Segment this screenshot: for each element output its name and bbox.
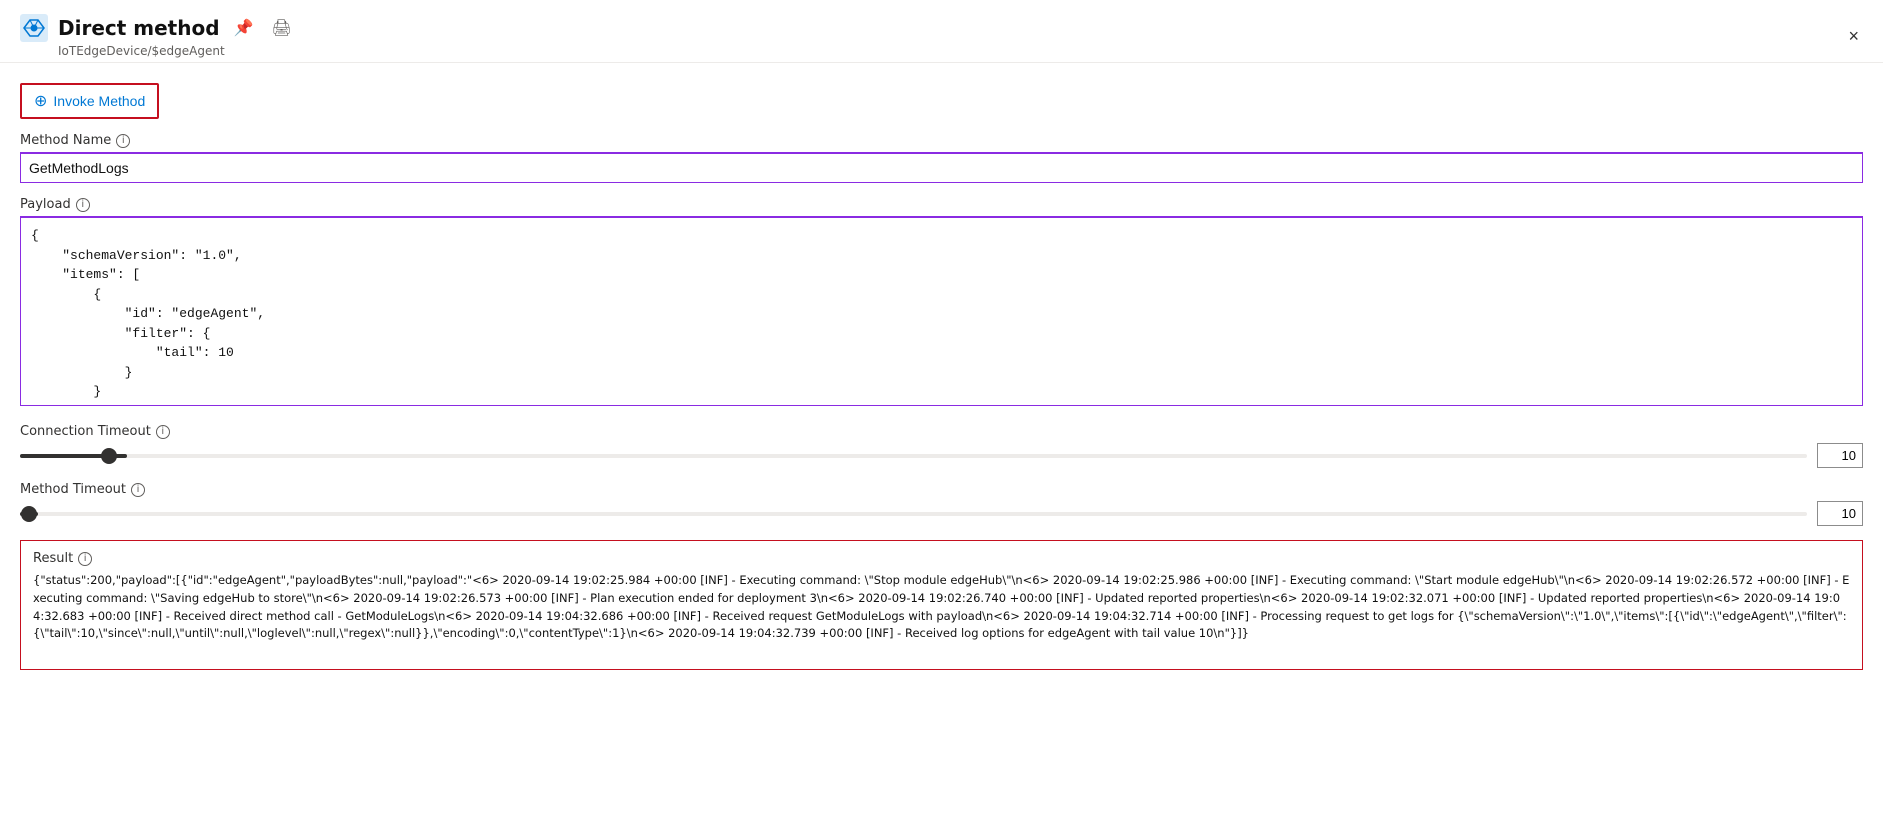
pin-icon: 📌 (234, 18, 254, 38)
print-button[interactable]: 🖨 (267, 14, 295, 42)
method-timeout-track[interactable] (20, 512, 1807, 516)
connection-timeout-track[interactable] (20, 454, 1807, 458)
result-text: {"status":200,"payload":[{"id":"edgeAgen… (33, 572, 1850, 643)
connection-timeout-slider-row (20, 443, 1863, 468)
panel-title-row: Direct method 📌 🖨 (20, 14, 296, 42)
panel-header: Direct method 📌 🖨 IoTEdgeDevice/$edgeAge… (0, 0, 1883, 62)
result-section: Result i {"status":200,"payload":[{"id":… (20, 540, 1863, 670)
method-timeout-section: Method Timeout i (20, 482, 1863, 526)
method-name-input[interactable] (20, 152, 1863, 183)
invoke-method-button[interactable]: ⊕ Invoke Method (20, 83, 159, 119)
connection-timeout-label: Connection Timeout i (20, 424, 1863, 439)
panel-subtitle: IoTEdgeDevice/$edgeAgent (58, 44, 296, 58)
result-info-icon: i (78, 552, 92, 566)
method-timeout-value[interactable] (1817, 501, 1863, 526)
panel-title: Direct method (58, 16, 220, 40)
method-timeout-slider-row (20, 501, 1863, 526)
method-timeout-thumb[interactable] (21, 506, 37, 522)
payload-textarea[interactable]: { "schemaVersion": "1.0", "items": [ { "… (20, 216, 1863, 406)
close-icon: × (1848, 26, 1859, 47)
connection-timeout-value[interactable] (1817, 443, 1863, 468)
close-button[interactable]: × (1844, 22, 1863, 51)
method-name-label: Method Name i (20, 133, 1863, 148)
invoke-icon: ⊕ (34, 91, 47, 111)
direct-method-panel: Direct method 📌 🖨 IoTEdgeDevice/$edgeAge… (0, 0, 1883, 823)
connection-timeout-info-icon: i (156, 425, 170, 439)
payload-info-icon: i (76, 198, 90, 212)
azure-iot-logo (20, 14, 48, 42)
panel-body: ⊕ Invoke Method Method Name i Payload i … (0, 73, 1883, 690)
method-timeout-label: Method Timeout i (20, 482, 1863, 497)
result-label: Result i (33, 551, 1850, 566)
method-timeout-info-icon: i (131, 483, 145, 497)
connection-timeout-section: Connection Timeout i (20, 424, 1863, 468)
method-name-info-icon: i (116, 134, 130, 148)
payload-label: Payload i (20, 197, 1863, 212)
panel-title-group: Direct method 📌 🖨 IoTEdgeDevice/$edgeAge… (20, 14, 296, 58)
invoke-method-label: Invoke Method (53, 93, 145, 109)
pin-button[interactable]: 📌 (230, 14, 258, 42)
print-icon: 🖨 (271, 18, 291, 38)
connection-timeout-thumb[interactable] (101, 448, 117, 464)
header-divider (0, 62, 1883, 63)
